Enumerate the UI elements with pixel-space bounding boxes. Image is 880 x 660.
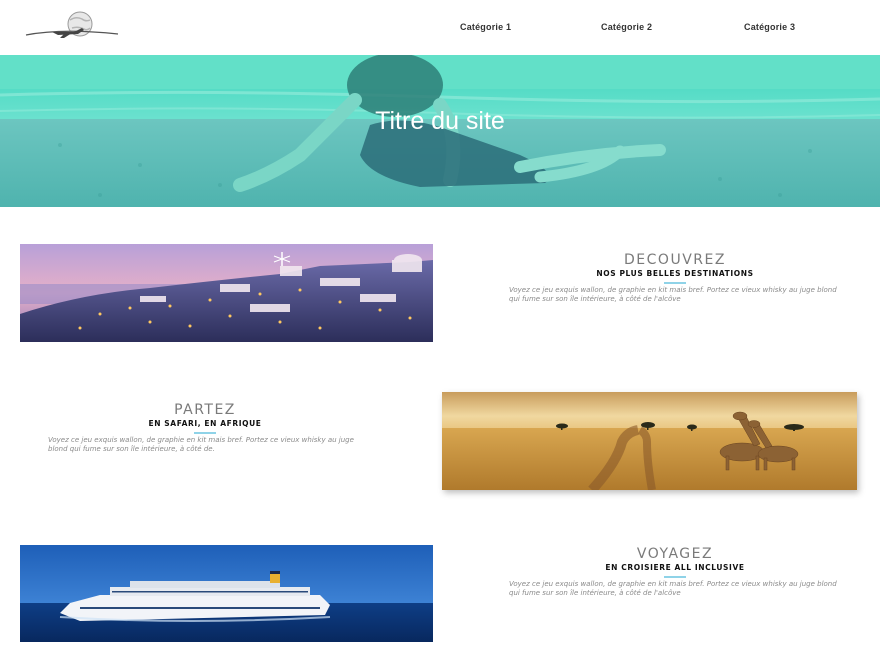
site-header: Catégorie 1 Catégorie 2 Catégorie 3 — [0, 0, 880, 55]
section-divider — [664, 282, 686, 284]
section-title: VOYAGEZ — [636, 546, 714, 562]
section-depart: PARTEZ EN SAFARI, EN AFRIQUE Voyez ce je… — [40, 402, 370, 454]
section-title: PARTEZ — [174, 402, 236, 418]
section-title: DECOUVREZ — [624, 252, 726, 268]
santorini-photo — [20, 244, 433, 342]
nav-category-3[interactable]: Catégorie 3 — [744, 22, 795, 32]
section-subtitle: EN CROISIERE ALL INCLUSIVE — [605, 563, 745, 572]
section-divider — [194, 432, 216, 434]
section-divider — [664, 576, 686, 578]
cruise-ship-photo — [20, 545, 433, 642]
section-subtitle: NOS PLUS BELLES DESTINATIONS — [596, 269, 754, 278]
main-nav: Catégorie 1 Catégorie 2 Catégorie 3 — [0, 22, 880, 38]
section-discover: DECOUVREZ NOS PLUS BELLES DESTINATIONS V… — [505, 252, 845, 304]
site-title: Titre du site — [375, 107, 505, 135]
section-travel: VOYAGEZ EN CROISIERE ALL INCLUSIVE Voyez… — [505, 546, 845, 598]
section-text: Voyez ce jeu exquis wallon, de graphie e… — [509, 286, 837, 303]
safari-giraffes-photo — [442, 392, 857, 490]
hero-banner: Titre du site — [0, 55, 880, 207]
section-text: Voyez ce jeu exquis wallon, de graphie e… — [509, 580, 837, 597]
section-subtitle: EN SAFARI, EN AFRIQUE — [148, 419, 262, 428]
nav-category-1[interactable]: Catégorie 1 — [460, 22, 511, 32]
nav-category-2[interactable]: Catégorie 2 — [601, 22, 652, 32]
section-text: Voyez ce jeu exquis wallon, de graphie e… — [48, 436, 354, 453]
